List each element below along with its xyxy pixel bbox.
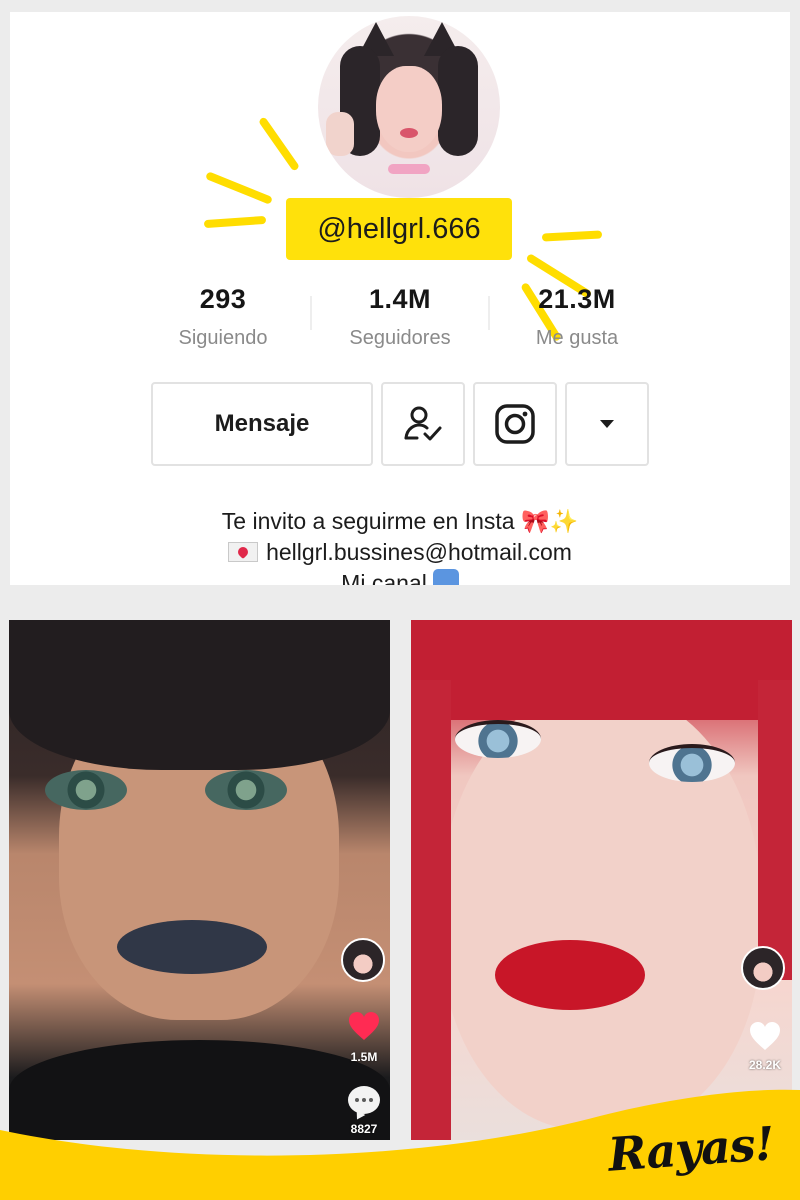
stat-likes: 21.3M Me gusta (492, 284, 662, 350)
bio-email-line: hellgrl.bussines@hotmail.com (10, 537, 790, 568)
creator-avatar[interactable] (741, 946, 785, 990)
avatar-hand (326, 112, 354, 156)
profile-bio: Te invito a seguirme en Insta 🎀✨ hellgrl… (10, 506, 790, 585)
profile-stats: 293 Siguiendo 1.4M Seguidores 21.3M Me g… (10, 284, 790, 354)
stat-label: Me gusta (535, 327, 619, 349)
video-eye (205, 770, 287, 810)
arrow-down-icon (432, 569, 459, 585)
like-count: 1.5M (350, 1050, 378, 1064)
video-lips (117, 920, 267, 974)
instagram-button[interactable] (473, 382, 557, 466)
stat-followers[interactable]: 1.4M Seguidores (315, 284, 485, 350)
highlight-ray (203, 215, 267, 229)
video-eye (45, 770, 127, 810)
dropdown-caret-icon (600, 420, 614, 428)
video-hair (9, 620, 390, 770)
profile-handle: @hellgrl.666 (286, 198, 512, 260)
stat-value: 293 (199, 284, 247, 314)
message-button[interactable]: Mensaje (151, 382, 373, 466)
avatar-hair-right (438, 46, 478, 156)
highlight-ray (541, 230, 603, 242)
like-count: 28.2K (748, 1058, 782, 1072)
stat-value: 1.4M (368, 284, 432, 314)
following-status-button[interactable] (381, 382, 465, 466)
video-hair-right (758, 680, 792, 980)
video-eye (455, 720, 541, 758)
heart-icon[interactable] (748, 1020, 782, 1052)
brand-logo: Rayas! (606, 1116, 776, 1182)
bio-email[interactable]: hellgrl.bussines@hotmail.com (266, 539, 572, 565)
profile-avatar[interactable] (318, 16, 500, 198)
stat-value: 21.3M (538, 284, 616, 314)
stat-label: Seguidores (349, 327, 451, 349)
creator-avatar[interactable] (341, 938, 385, 982)
video-hair (411, 620, 792, 720)
video-lips (495, 940, 645, 1010)
highlight-ray (205, 171, 273, 205)
bio-line: Te invito a seguirme en Insta 🎀✨ (221, 508, 579, 534)
avatar-lips (400, 128, 418, 138)
highlight-ray (257, 116, 301, 172)
video-eye (649, 744, 735, 782)
avatar-face (376, 66, 442, 152)
love-letter-icon (228, 542, 259, 562)
user-check-icon (404, 406, 442, 441)
heart-icon[interactable] (347, 1010, 381, 1042)
avatar-choker (388, 164, 430, 174)
instagram-icon (495, 404, 535, 444)
video-thumbnail[interactable]: 28.2K (411, 620, 792, 1140)
stat-label: Siguiendo (178, 327, 268, 349)
bio-channel: Mi canal (341, 570, 427, 585)
video-hair-left (411, 680, 451, 1140)
more-options-button[interactable] (565, 382, 649, 466)
bio-channel-line: Mi canal (10, 568, 790, 585)
stat-divider (310, 296, 312, 330)
stat-following[interactable]: 293 Siguiendo (138, 284, 308, 350)
stat-divider (488, 296, 490, 330)
profile-card: @hellgrl.666 293 Siguiendo 1.4M Seguidor… (10, 12, 790, 585)
video-thumbnail[interactable]: 1.5M 8827 (9, 620, 390, 1140)
